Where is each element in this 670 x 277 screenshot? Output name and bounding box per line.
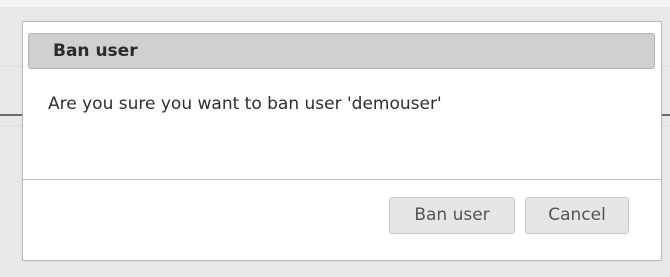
dialog-divider (23, 179, 661, 180)
cancel-button[interactable]: Cancel (525, 197, 629, 234)
dialog-message: Are you sure you want to ban user 'demou… (48, 94, 442, 114)
ban-user-dialog: Ban user Are you sure you want to ban us… (22, 21, 662, 261)
ban-user-button[interactable]: Ban user (389, 197, 515, 234)
background-page-header (0, 0, 670, 7)
dialog-title: Ban user (53, 41, 138, 61)
dialog-header: Ban user (28, 33, 655, 69)
